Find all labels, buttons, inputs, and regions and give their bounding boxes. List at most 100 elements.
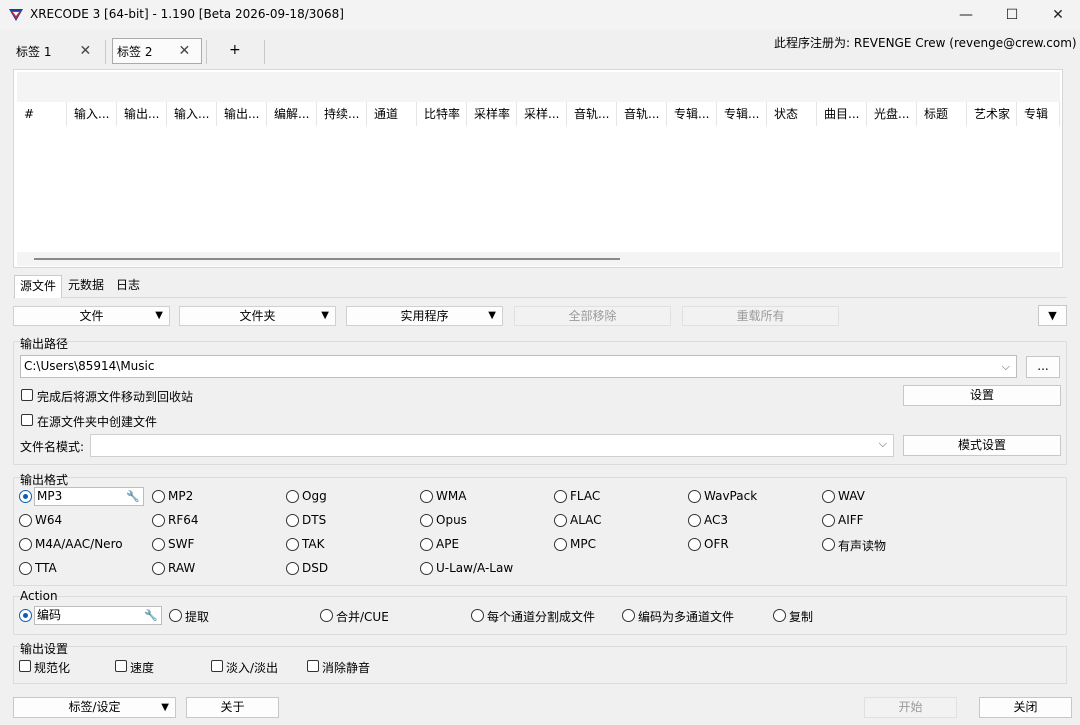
folder-dropdown-button[interactable]: 文件夹 ▼ [179,306,336,326]
format-radio[interactable] [152,562,165,575]
format-radio[interactable] [286,490,299,503]
close-icon[interactable]: ✕ [178,43,190,59]
column-header[interactable]: 专辑... [717,102,767,126]
column-header[interactable]: 比特率 [417,102,467,126]
format-label: DTS [302,513,327,527]
tab-metadata[interactable]: 元数据 [64,275,108,297]
format-radio[interactable] [286,562,299,575]
action-selected-box[interactable]: 编码 🔧 [34,606,162,625]
chevron-down-icon[interactable]: ⌵ [1002,356,1010,377]
column-header[interactable]: 通道 [367,102,417,126]
format-radio[interactable] [822,538,835,551]
format-radio[interactable] [19,490,32,503]
column-header[interactable]: 音轨... [617,102,667,126]
format-radio[interactable] [688,514,701,527]
close-icon[interactable]: ✕ [79,43,91,59]
format-radio[interactable] [19,538,32,551]
format-radio[interactable] [420,538,433,551]
more-options-button[interactable]: ▼ [1038,305,1067,326]
add-tab-button[interactable]: + [229,42,241,58]
move-to-recycle-checkbox[interactable] [21,389,33,401]
column-header[interactable]: 音轨... [567,102,617,126]
action-radio[interactable] [320,609,333,622]
output-setting-checkbox[interactable] [115,660,127,672]
format-radio[interactable] [688,538,701,551]
action-radio[interactable] [471,609,484,622]
column-header[interactable]: 采样率 [467,102,517,126]
create-in-source-checkbox[interactable] [21,414,33,426]
output-setting-label: 淡入/淡出 [226,661,279,675]
path-settings-button[interactable]: 设置 [903,385,1061,406]
action-radio[interactable] [622,609,635,622]
format-radio[interactable] [822,490,835,503]
filename-pattern-combobox[interactable]: ⌵ [90,434,894,457]
minimize-icon: — [959,7,973,23]
column-header[interactable]: 光盘... [867,102,917,126]
pattern-settings-button[interactable]: 模式设置 [903,435,1061,456]
action-radio[interactable] [19,609,32,622]
tab-1[interactable]: 标签 1 ✕ [16,38,91,64]
format-radio[interactable] [152,490,165,503]
column-header[interactable]: 编解... [267,102,317,126]
format-radio[interactable] [822,514,835,527]
column-header[interactable]: 输出... [117,102,167,126]
format-radio[interactable] [152,514,165,527]
tab-underline [13,297,1067,298]
start-button[interactable]: 开始 [864,697,957,718]
column-header[interactable]: 曲目... [817,102,867,126]
column-header[interactable]: 采样... [517,102,567,126]
minimize-button[interactable]: — [943,0,989,30]
format-radio[interactable] [420,490,433,503]
about-button[interactable]: 关于 [186,697,279,718]
format-radio[interactable] [19,514,32,527]
output-setting-checkbox[interactable] [307,660,319,672]
scrollbar-thumb[interactable] [34,258,620,260]
format-radio[interactable] [420,562,433,575]
action-radio[interactable] [773,609,786,622]
tab-source-files[interactable]: 源文件 [14,275,63,298]
column-header[interactable]: 输入... [67,102,117,126]
wrench-icon[interactable]: 🔧 [144,607,158,624]
column-header[interactable]: 状态 [767,102,817,126]
wrench-icon[interactable]: 🔧 [126,488,140,505]
reload-all-button[interactable]: 重载所有 [682,306,839,326]
file-dropdown-button[interactable]: 文件 ▼ [13,306,170,326]
close-window-button[interactable]: ✕ [1035,0,1080,30]
remove-all-button[interactable]: 全部移除 [514,306,671,326]
column-header[interactable]: 专辑... [667,102,717,126]
column-header[interactable]: 艺术家 [967,102,1017,126]
format-label: W64 [35,513,63,527]
format-radio[interactable] [19,562,32,575]
utilities-dropdown-button[interactable]: 实用程序 ▼ [346,306,503,326]
close-button[interactable]: 关闭 [979,697,1072,718]
dropdown-arrow-icon: ▼ [321,310,329,321]
format-radio[interactable] [420,514,433,527]
output-setting-checkbox[interactable] [19,660,31,672]
format-radio[interactable] [286,538,299,551]
format-radio[interactable] [554,490,567,503]
format-label: AIFF [838,513,864,527]
format-selected-box[interactable]: MP3 🔧 [34,487,144,506]
output-setting-checkbox[interactable] [211,660,223,672]
chevron-down-icon[interactable]: ⌵ [879,437,887,451]
format-radio[interactable] [152,538,165,551]
tab-2[interactable]: 标签 2 ✕ [112,38,202,64]
column-header[interactable]: # [17,102,67,126]
column-header[interactable]: 输出... [217,102,267,126]
column-header[interactable]: 标题 [917,102,967,126]
output-path-combobox[interactable]: C:\Users\85914\Music ⌵ [20,355,1017,378]
column-header[interactable]: 持续... [317,102,367,126]
column-header[interactable]: 输入... [167,102,217,126]
tabs-settings-dropdown-button[interactable]: 标签/设定 ▼ [13,697,176,718]
format-radio[interactable] [688,490,701,503]
format-radio[interactable] [554,538,567,551]
column-header[interactable]: 专辑 [1017,102,1060,126]
format-radio[interactable] [554,514,567,527]
tab-log[interactable]: 日志 [112,275,144,297]
browse-button[interactable]: ... [1026,356,1060,378]
maximize-button[interactable]: ☐ [989,0,1035,30]
format-radio[interactable] [286,514,299,527]
dropdown-arrow-icon: ▼ [155,310,163,321]
action-radio[interactable] [169,609,182,622]
maximize-icon: ☐ [1005,7,1019,23]
